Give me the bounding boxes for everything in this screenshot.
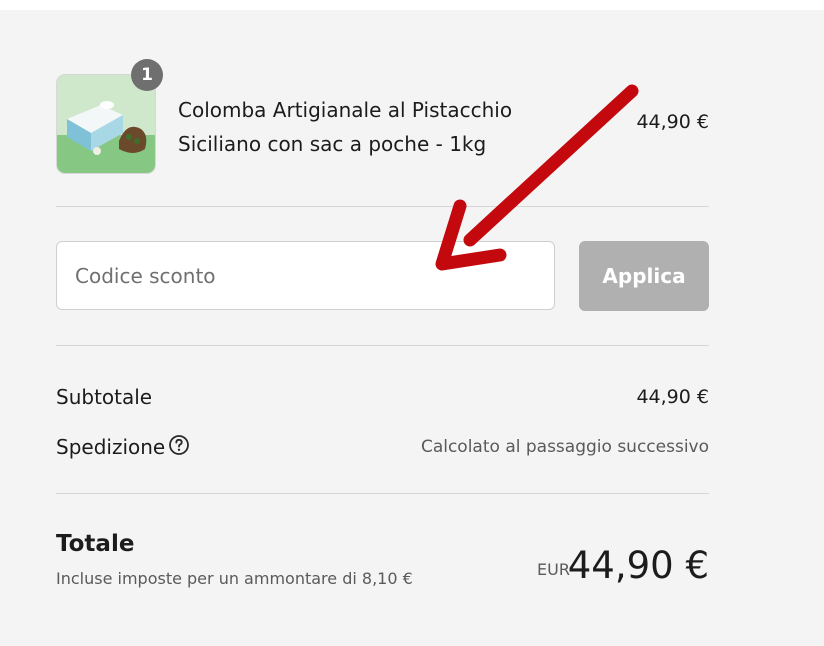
divider: [56, 345, 709, 346]
quantity-badge: 1: [131, 59, 163, 91]
total-label: Totale: [56, 531, 135, 557]
product-price: 44,90 €: [636, 111, 709, 133]
divider: [56, 493, 709, 494]
tax-note: Incluse imposte per un ammontare di 8,10…: [56, 569, 413, 588]
currency-code: EUR: [537, 560, 570, 579]
divider: [56, 206, 709, 207]
product-title-line-2: Siciliano con sac a poche - 1kg: [178, 132, 487, 156]
product-title-line-1: Colomba Artigianale al Pistacchio: [178, 98, 513, 122]
subtotal-value: 44,90 €: [636, 386, 709, 408]
subtotal-label: Subtotale: [56, 385, 153, 409]
discount-code-input[interactable]: [56, 241, 555, 310]
shipping-value: Calcolato al passaggio successivo: [420, 437, 709, 457]
product-title: Colomba Artigianale al Pistacchio Sicili…: [178, 93, 558, 161]
total-amount: 44,90 €: [567, 544, 709, 587]
apply-discount-button[interactable]: Applica: [579, 241, 709, 311]
shipping-label: Spedizione: [56, 435, 166, 459]
question-circle-icon[interactable]: [168, 434, 190, 456]
